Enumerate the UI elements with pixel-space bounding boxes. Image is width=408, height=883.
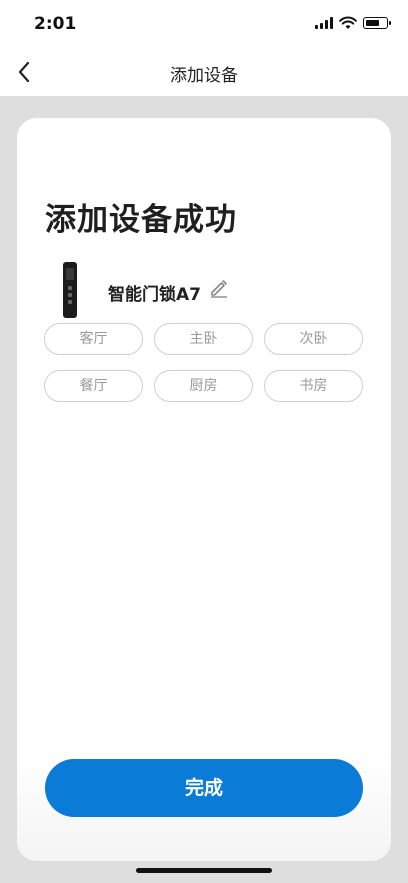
battery-fill	[365, 19, 379, 26]
door-lock-image	[63, 262, 77, 318]
nav-bar: 添加设备	[0, 48, 408, 96]
room-chip[interactable]: 餐厅	[44, 370, 143, 402]
status-icons	[315, 16, 391, 30]
success-card: 添加设备成功 智能门锁A7 客厅 主卧 次卧 餐厅 厨房 书房 完成	[17, 118, 391, 861]
page-title: 添加设备	[170, 66, 238, 86]
room-chip[interactable]: 客厅	[44, 323, 143, 355]
home-indicator	[136, 868, 272, 873]
room-chip[interactable]: 主卧	[154, 323, 253, 355]
screen: 2:01 添加设备 添加设备成功 智能门锁A7 客厅 主卧 次卧 餐厅 厨房 书…	[0, 0, 408, 883]
pencil-icon[interactable]	[209, 278, 229, 298]
room-chip[interactable]: 厨房	[154, 370, 253, 402]
battery-icon	[363, 17, 391, 29]
device-name: 智能门锁A7	[108, 285, 201, 305]
success-title: 添加设备成功	[45, 202, 237, 238]
room-chip[interactable]: 书房	[264, 370, 363, 402]
device-row: 智能门锁A7	[45, 262, 365, 318]
status-time: 2:01	[34, 14, 77, 34]
wifi-icon	[339, 16, 357, 29]
top-area: 2:01 添加设备	[0, 0, 408, 96]
room-chip[interactable]: 次卧	[264, 323, 363, 355]
signal-icon	[315, 17, 333, 29]
status-bar: 2:01	[0, 0, 408, 48]
done-button[interactable]: 完成	[45, 759, 363, 817]
